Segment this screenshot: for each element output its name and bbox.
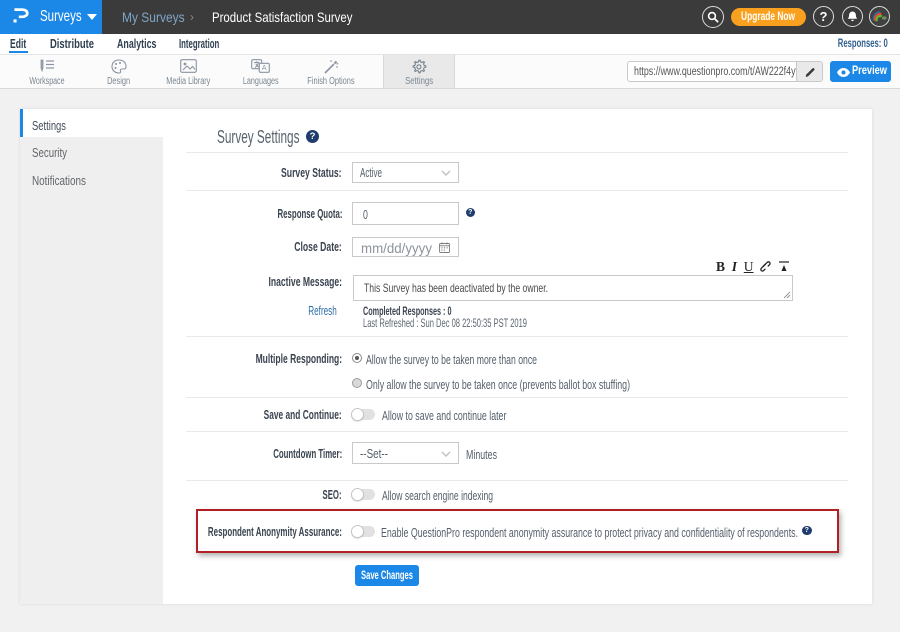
svg-text:A: A	[262, 65, 267, 72]
